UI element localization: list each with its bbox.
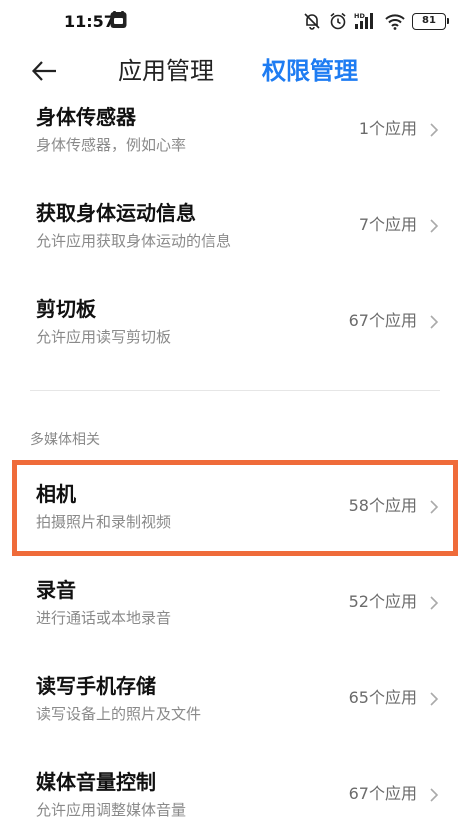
header: 应用管理 权限管理 <box>0 48 470 96</box>
permission-count: 52个应用 <box>348 592 417 611</box>
permission-list[interactable]: 身体传感器 身体传感器，例如心率 1个应用 获取身体运动信息 允许应用获取身体运… <box>0 96 470 837</box>
hd-signal-icon: HD <box>354 12 373 29</box>
permission-count: 1个应用 <box>358 119 417 138</box>
chevron-right-icon <box>430 315 439 329</box>
permission-desc: 拍摄照片和录制视频 <box>36 513 172 531</box>
permission-desc: 允许应用读写剪切板 <box>36 328 172 346</box>
permission-item-body-sensor[interactable]: 身体传感器 身体传感器，例如心率 1个应用 <box>0 96 470 178</box>
chevron-right-icon <box>430 500 439 514</box>
status-bar: 11:57 HD 81 <box>0 0 470 44</box>
permission-item-body-motion[interactable]: 获取身体运动信息 允许应用获取身体运动的信息 7个应用 <box>0 178 470 274</box>
chevron-right-icon <box>430 596 439 610</box>
permission-item-camera[interactable]: 相机 拍摄照片和录制视频 58个应用 <box>0 459 470 555</box>
tab-permission-management[interactable]: 权限管理 <box>262 57 358 85</box>
tab-app-management[interactable]: 应用管理 <box>118 57 214 85</box>
permission-count: 67个应用 <box>348 311 417 330</box>
back-arrow-icon <box>31 61 56 81</box>
back-button[interactable] <box>30 56 70 86</box>
permission-item-media-volume[interactable]: 媒体音量控制 允许应用调整媒体音量 67个应用 <box>0 747 470 837</box>
permission-count: 65个应用 <box>348 688 417 707</box>
chevron-right-icon <box>430 692 439 706</box>
mute-bell-icon <box>304 13 320 30</box>
chevron-right-icon <box>430 219 439 233</box>
permission-title: 身体传感器 <box>36 105 136 129</box>
permission-title: 媒体音量控制 <box>36 770 156 794</box>
permission-count: 67个应用 <box>348 784 417 803</box>
permission-title: 录音 <box>36 578 76 602</box>
chevron-right-icon <box>430 788 439 802</box>
wifi-icon <box>385 14 405 30</box>
permission-list-inner: 身体传感器 身体传感器，例如心率 1个应用 获取身体运动信息 允许应用获取身体运… <box>0 96 470 837</box>
permission-desc: 身体传感器，例如心率 <box>36 136 187 154</box>
permission-title: 获取身体运动信息 <box>36 201 196 225</box>
chevron-right-icon <box>430 123 439 137</box>
alarm-icon <box>330 12 346 30</box>
permission-title: 读写手机存储 <box>36 674 156 698</box>
status-time: 11:57 <box>64 12 115 31</box>
permission-count: 58个应用 <box>348 496 417 515</box>
permission-count: 7个应用 <box>358 215 417 234</box>
status-icons: HD 81 <box>302 10 449 32</box>
permission-item-clipboard[interactable]: 剪切板 允许应用读写剪切板 67个应用 <box>0 274 470 370</box>
section-header-multimedia: 多媒体相关 <box>30 432 100 448</box>
permission-desc: 读写设备上的照片及文件 <box>36 705 202 723</box>
mi-app-icon <box>110 11 127 28</box>
svg-text:HD: HD <box>354 12 365 20</box>
battery-icon: 81 <box>412 12 449 30</box>
battery-level: 81 <box>422 15 436 26</box>
permission-title: 剪切板 <box>36 297 96 321</box>
permission-desc: 允许应用获取身体运动的信息 <box>36 232 232 250</box>
permission-desc: 允许应用调整媒体音量 <box>36 801 187 819</box>
permission-item-storage[interactable]: 读写手机存储 读写设备上的照片及文件 65个应用 <box>0 651 470 747</box>
permission-item-microphone[interactable]: 录音 进行通话或本地录音 52个应用 <box>0 555 470 651</box>
permission-desc: 进行通话或本地录音 <box>36 609 172 627</box>
permission-title: 相机 <box>36 482 76 506</box>
